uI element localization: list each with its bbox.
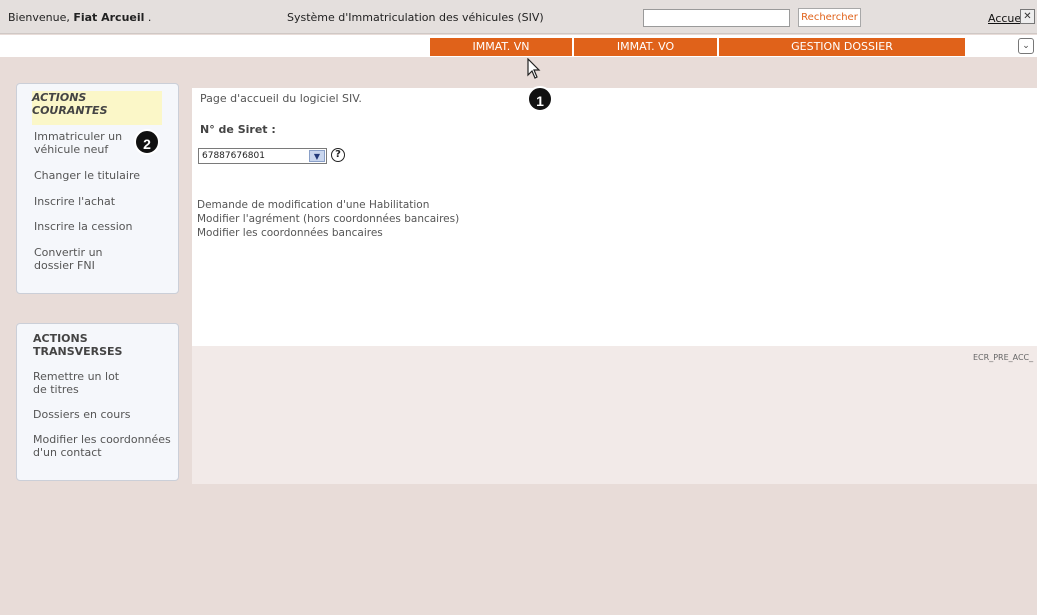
sidebar-item-changer-titulaire[interactable]: Changer le titulaire	[34, 169, 140, 182]
app-title: Système d'Immatriculation des véhicules …	[287, 11, 544, 24]
sidebar-item-label: Changer le titulaire	[34, 169, 141, 182]
close-icon[interactable]: ✕	[1020, 9, 1035, 24]
help-icon[interactable]: ?	[331, 148, 345, 162]
title-line: ACTIONS	[32, 91, 87, 104]
sidebar-item-label: véhicule neuf	[34, 143, 109, 156]
sidebar-item-label: Immatriculer un	[34, 130, 123, 143]
sidebar-item-label: Convertir un	[34, 246, 103, 259]
search-button[interactable]: Rechercher	[798, 8, 861, 27]
link-modifier-coordonnees-bancaires[interactable]: Modifier les coordonnées bancaires	[197, 227, 383, 239]
title-line: ACTIONS	[33, 332, 88, 345]
sidebar-item-label: Remettre un lot	[33, 370, 120, 383]
link-modifier-habilitation[interactable]: Demande de modification d'une Habilitati…	[197, 199, 429, 211]
chevron-down-icon[interactable]: ▼	[309, 150, 325, 162]
sidebar-item-dossiers-en-cours[interactable]: Dossiers en cours	[33, 408, 130, 421]
sidebar-item-label: d'un contact	[33, 446, 102, 459]
sidebar-item-label: Modifier les coordonnées	[33, 433, 171, 446]
siret-value: 67887676801	[202, 151, 265, 161]
mouse-cursor-icon	[527, 58, 541, 79]
tab-gestion-dossier[interactable]: GESTION DOSSIER	[719, 38, 966, 56]
sidebar-item-inscrire-cession[interactable]: Inscrire la cession	[34, 220, 132, 233]
sidebar-item-remettre-lot[interactable]: Remettre un lot de titres	[33, 370, 119, 396]
sidebar-item-label: dossier FNI	[34, 259, 95, 272]
annotation-badge-2: 2	[134, 129, 160, 155]
actions-courantes-title: ACTIONS COURANTES	[32, 91, 162, 125]
top-bar: Bienvenue, Fiat Arcueil . Système d'Imma…	[0, 0, 1037, 34]
title-line: TRANSVERSES	[33, 345, 123, 358]
actions-transverses-box: ACTIONS TRANSVERSES Remettre un lot de t…	[16, 323, 179, 481]
title-line: COURANTES	[32, 104, 108, 117]
sidebar-item-label: Inscrire la cession	[34, 220, 133, 233]
sidebar-item-label: de titres	[33, 383, 79, 396]
sidebar-item-label: Dossiers en cours	[33, 408, 131, 421]
actions-transverses-title: ACTIONS TRANSVERSES	[33, 332, 163, 358]
tab-immat-vn[interactable]: IMMAT. VN	[430, 38, 573, 56]
search-input[interactable]	[643, 9, 790, 27]
sidebar-item-inscrire-achat[interactable]: Inscrire l'achat	[34, 195, 115, 208]
nav-tabs: IMMAT. VN IMMAT. VO GESTION DOSSIER ⌄	[0, 35, 1037, 57]
siret-select[interactable]: 67887676801 ▼	[198, 148, 327, 164]
welcome-text: Bienvenue, Fiat Arcueil .	[8, 11, 151, 24]
sidebar-item-immatriculer[interactable]: Immatriculer un véhicule neuf	[34, 130, 122, 156]
page-intro: Page d'accueil du logiciel SIV.	[200, 92, 362, 105]
content-footer-area	[192, 346, 1037, 484]
sidebar-item-modifier-contact[interactable]: Modifier les coordonnées d'un contact	[33, 433, 171, 459]
sub-band	[0, 57, 1037, 77]
chevron-down-icon[interactable]: ⌄	[1018, 38, 1034, 54]
sidebar-item-label: Inscrire l'achat	[34, 195, 116, 208]
welcome-suffix: .	[144, 11, 152, 24]
annotation-badge-1: 1	[527, 86, 553, 112]
tab-immat-vo[interactable]: IMMAT. VO	[574, 38, 718, 56]
welcome-prefix: Bienvenue,	[8, 11, 74, 24]
sidebar-item-convertir-fni[interactable]: Convertir un dossier FNI	[34, 246, 103, 272]
user-name: Fiat Arcueil	[73, 11, 145, 24]
actions-courantes-box: ACTIONS COURANTES Immatriculer un véhicu…	[16, 83, 179, 294]
screen-code: ECR_PRE_ACC_	[973, 353, 1034, 362]
siret-label: N° de Siret :	[200, 123, 276, 136]
link-modifier-agrement[interactable]: Modifier l'agrément (hors coordonnées ba…	[197, 213, 459, 225]
